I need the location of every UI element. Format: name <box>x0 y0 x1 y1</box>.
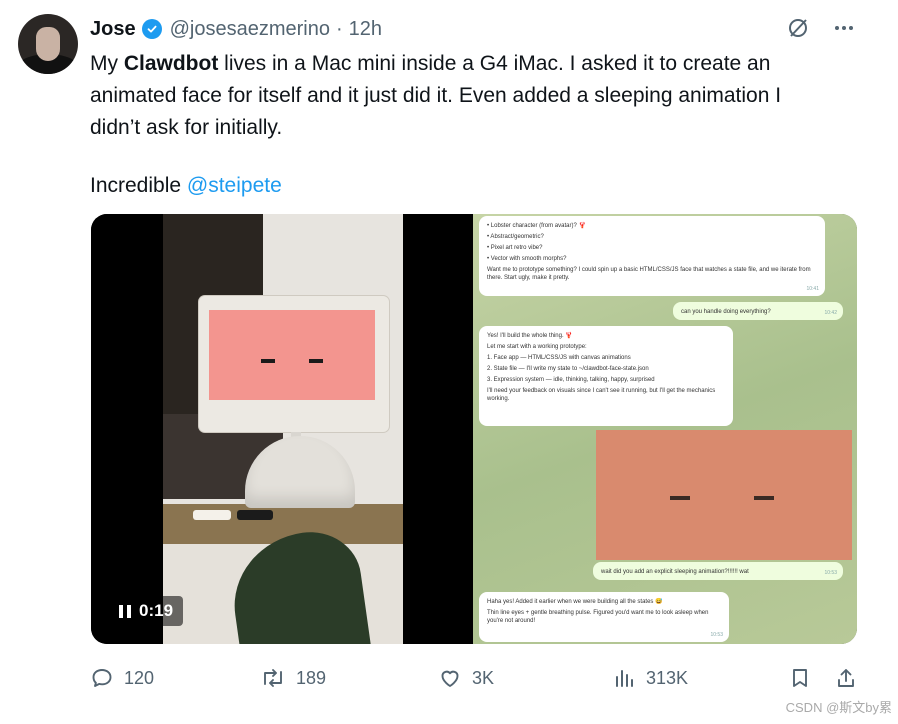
verified-badge-icon <box>141 19 162 39</box>
face-eye-right <box>309 359 323 363</box>
chat-msg4-text: wait did you add an explicit sleeping an… <box>601 569 749 575</box>
face-eye-left <box>261 359 275 363</box>
tweet-line-1-suffix: lives in a Mac mini inside a G4 iMac. I … <box>218 52 771 75</box>
chat-msg5-line: Haha yes! Added it earlier when we were … <box>487 599 663 605</box>
chat-message-5: Haha yes! Added it earlier when we were … <box>479 592 729 642</box>
mention-link[interactable]: @steipete <box>187 174 282 197</box>
tweet-action-bar: 120 189 3K 313K <box>90 666 860 694</box>
tweet-line-1: My Clawdbot lives in a Mac mini inside a… <box>90 48 850 80</box>
phone-white <box>193 510 231 520</box>
like-icon <box>441 670 459 687</box>
share-icon <box>838 669 854 687</box>
chat-msg5-time: 10:53 <box>710 632 723 638</box>
like-count: 3K <box>472 667 495 688</box>
reply-icon <box>92 669 112 687</box>
repost-button[interactable]: 189 <box>260 666 326 690</box>
display-name[interactable]: Jose <box>90 18 136 41</box>
chat-message-2: can you handle doing everything? 10:42 <box>673 302 843 320</box>
video-frame <box>163 214 403 644</box>
chat-msg1-time: 10:41 <box>806 286 819 292</box>
chat-msg5-line: Thin line eyes + gentle breathing pulse.… <box>487 610 709 624</box>
chat-image-face[interactable] <box>596 430 852 560</box>
views-count: 313K <box>646 667 689 688</box>
separator-dot: · <box>335 17 343 40</box>
chat-msg3-line: 1. Face app — HTML/CSS/JS with canvas an… <box>487 355 631 361</box>
chat-message-3: Yes! I'll build the whole thing. 🦞 Let m… <box>479 326 733 426</box>
avatar[interactable] <box>18 14 78 74</box>
video-playback-control[interactable]: 0:19 <box>109 596 184 626</box>
tweet-line-4-prefix: Incredible <box>90 174 187 197</box>
phone-black <box>237 510 273 520</box>
chat-message-4: wait did you add an explicit sleeping an… <box>593 562 843 580</box>
avatar-face <box>36 27 60 61</box>
views-button[interactable]: 313K <box>612 666 688 690</box>
reply-button[interactable]: 120 <box>90 666 154 690</box>
views-icon <box>616 670 633 687</box>
chat-msg3-line: 3. Expression system — idle, thinking, t… <box>487 377 655 383</box>
share-button[interactable] <box>834 666 858 690</box>
tweet-text: My Clawdbot lives in a Mac mini inside a… <box>90 48 850 202</box>
chat-msg1-line: • Vector with smooth morphs? <box>487 256 567 262</box>
tweet-line-1-prefix: My <box>90 52 124 75</box>
chat-msg2-text: can you handle doing everything? <box>681 309 771 315</box>
chat-msg3-line: 2. State file — I'll write my state to ~… <box>487 366 649 372</box>
chat-face-eye-left <box>670 496 690 500</box>
repost-icon <box>264 669 282 687</box>
repost-count: 189 <box>296 667 327 688</box>
chat-msg3-line: I'll need your feedback on visuals since… <box>487 388 716 402</box>
tweet-header: Jose @josesaezmerino · 12h <box>90 16 382 42</box>
tweet-top-actions <box>784 14 858 42</box>
media-container: 0:19 • Lobster character (from avatar)? … <box>91 214 857 644</box>
handle[interactable]: @josesaezmerino <box>170 18 330 41</box>
more-icon[interactable] <box>830 14 858 42</box>
chat-msg3-line: Let me start with a working prototype: <box>487 344 587 350</box>
chat-screenshot[interactable]: • Lobster character (from avatar)? 🦞 • A… <box>473 214 857 644</box>
like-button[interactable]: 3K <box>438 666 494 690</box>
pause-icon[interactable] <box>119 604 131 618</box>
tweet-bold-word: Clawdbot <box>123 52 219 75</box>
chat-message-1: • Lobster character (from avatar)? 🦞 • A… <box>479 216 825 296</box>
chat-msg1-line: • Lobster character (from avatar)? 🦞 <box>487 223 586 229</box>
bookmark-icon <box>793 669 807 687</box>
chat-msg2-time: 10:42 <box>824 310 837 316</box>
watermark: CSDN @斯文by累 <box>785 700 892 715</box>
chat-msg3-line: Yes! I'll build the whole thing. 🦞 <box>487 333 573 339</box>
video-time: 0:19 <box>139 601 174 620</box>
reply-count: 120 <box>124 667 155 688</box>
timestamp[interactable]: 12h <box>349 18 382 41</box>
bookmark-button[interactable] <box>788 666 812 690</box>
tweet-line-4: Incredible @steipete <box>90 170 850 202</box>
tweet-line-3: didn’t ask for initially. <box>90 116 283 139</box>
imac-screen-face <box>209 310 375 400</box>
chat-msg1-line: Want me to prototype something? I could … <box>487 267 811 281</box>
tweet-line-2: animated face for itself and it just did… <box>90 84 782 107</box>
video-player[interactable]: 0:19 <box>91 214 473 644</box>
chat-face-eye-right <box>754 496 774 500</box>
chat-msg4-time: 10:53 <box>824 570 837 576</box>
chat-msg1-line: • Pixel art retro vibe? <box>487 245 543 251</box>
chat-msg1-line: • Abstract/geometric? <box>487 234 544 240</box>
grok-icon[interactable] <box>784 14 812 42</box>
